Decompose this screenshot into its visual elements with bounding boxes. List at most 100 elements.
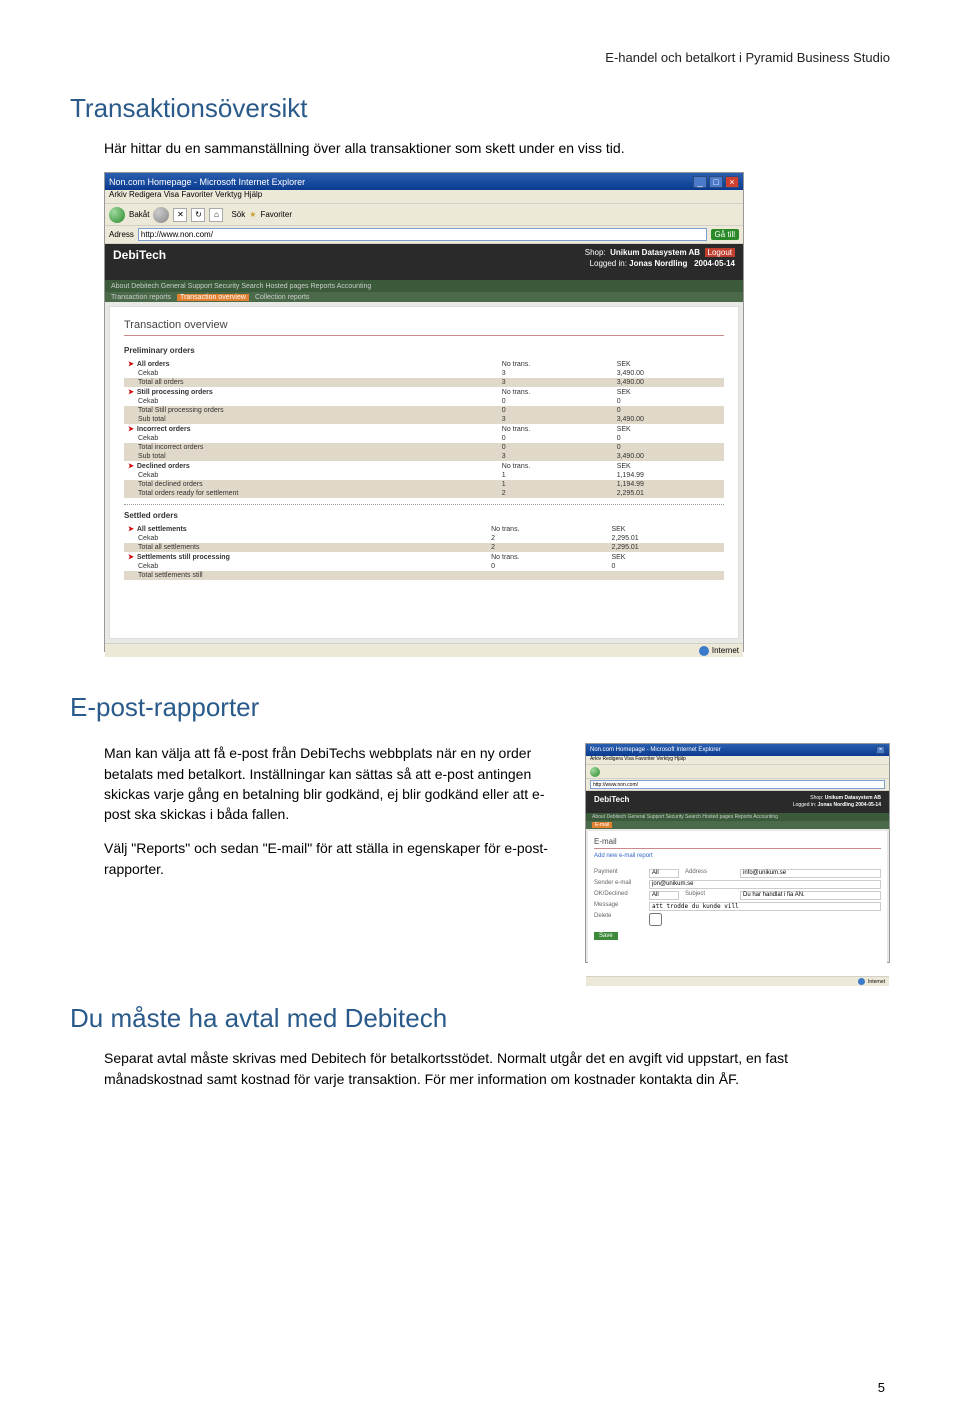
row-total-declined: Total declined orders xyxy=(124,480,498,489)
home-icon: ⌂ xyxy=(209,208,223,222)
back-label: Bakåt xyxy=(129,210,149,219)
val: 2 xyxy=(487,534,607,543)
shop-name: Unikum Datasystem AB xyxy=(825,795,881,801)
val: 0 xyxy=(613,434,724,443)
val: 0 xyxy=(498,406,613,415)
val: SEK xyxy=(613,461,724,471)
subnav-transaction-overview[interactable]: Transaction overview xyxy=(177,294,249,301)
page-header: E-handel och betalkort i Pyramid Busines… xyxy=(70,50,890,65)
addr-label: Address xyxy=(685,869,740,878)
address-input-sm[interactable] xyxy=(590,780,885,789)
row-cekab: Cekab xyxy=(124,434,498,443)
debitech-header: DebiTech Shop: Unikum Datasystem AB Logo… xyxy=(105,244,743,280)
logout-button[interactable]: Logout xyxy=(705,248,735,257)
subject-field[interactable]: Du har handlat i fia AN. xyxy=(740,891,881,900)
sender-field[interactable]: jon@unikum.se xyxy=(649,880,881,889)
val: 1,194.99 xyxy=(613,480,724,489)
decline-label: OK/Declined xyxy=(594,891,649,900)
search-label: Sök xyxy=(231,210,245,219)
minimize-icon: _ xyxy=(693,176,707,188)
subnav-transaction-reports[interactable]: Transaction reports xyxy=(111,294,171,301)
epost-p2: Välj "Reports" och sedan "E-mail" för at… xyxy=(104,838,563,879)
go-button[interactable]: Gå till xyxy=(711,229,739,240)
debitech-logo: DebiTech xyxy=(113,248,166,276)
ie-menubar-sm: Arkiv Redigera Visa Favoriter Verktyg Hj… xyxy=(586,756,889,765)
val: 3 xyxy=(498,369,613,378)
ie-title-sm: Non.com Homepage - Microsoft Internet Ex… xyxy=(590,747,721,753)
val: 0 xyxy=(487,562,607,571)
subnav-collection-reports[interactable]: Collection reports xyxy=(255,294,309,301)
screenshot-email-settings: Non.com Homepage - Microsoft Internet Ex… xyxy=(585,743,890,963)
status-internet: Internet xyxy=(712,646,739,655)
val: 3 xyxy=(498,452,613,461)
row-cekab: Cekab xyxy=(124,562,487,571)
stop-icon: ✕ xyxy=(173,208,187,222)
fav-label: Favoriter xyxy=(260,210,292,219)
section-avtal-body: Separat avtal måste skrivas med Debitech… xyxy=(104,1048,890,1089)
val: 3,490.00 xyxy=(613,452,724,461)
section-avtal-title: Du måste ha avtal med Debitech xyxy=(70,1003,890,1034)
subject-label: Subject xyxy=(685,891,740,900)
ie-titlebar-sm: Non.com Homepage - Microsoft Internet Ex… xyxy=(586,744,889,756)
row-total-still: Total Still processing orders xyxy=(124,406,498,415)
addr-field[interactable]: info@unikum.se xyxy=(740,869,881,878)
row-incorrect: Incorrect orders xyxy=(137,426,191,433)
login-label: Logged in: xyxy=(590,259,627,268)
row-cekab: Cekab xyxy=(124,397,498,406)
val: SEK xyxy=(613,424,724,434)
row-total-sett-still: Total settlements still xyxy=(124,571,487,580)
ie-toolbar-sm xyxy=(586,765,889,779)
overview-content: Transaction overview Preliminary orders … xyxy=(109,306,739,639)
val: 3 xyxy=(498,378,613,387)
shop-label: Shop: xyxy=(585,248,606,257)
row-all-sett: All settlements xyxy=(137,526,187,533)
val: 0 xyxy=(613,397,724,406)
val: No trans. xyxy=(498,387,613,397)
forward-icon xyxy=(153,207,169,223)
delete-label: Delete xyxy=(594,913,649,926)
message-field[interactable]: att trodde du kunde vill xyxy=(649,902,881,911)
row-total-all-sett: Total all settlements xyxy=(124,543,487,552)
prelim-table: ➤All ordersNo trans.SEK Cekab33,490.00 T… xyxy=(124,359,724,498)
row-declined: Declined orders xyxy=(137,463,190,470)
row-sett-proc: Settlements still processing xyxy=(137,554,230,561)
val: 1 xyxy=(498,471,613,480)
login-date: 2004-05-14 xyxy=(694,259,735,268)
val: 0 xyxy=(498,397,613,406)
subnav-email[interactable]: E-mail xyxy=(592,822,612,828)
message-label: Message xyxy=(594,902,649,911)
ie-addressbar: Adress Gå till xyxy=(105,226,743,244)
internet-icon xyxy=(699,646,709,656)
row-still-proc: Still processing orders xyxy=(137,389,213,396)
val: 2,295.01 xyxy=(607,534,724,543)
val: No trans. xyxy=(498,461,613,471)
prelim-title: Preliminary orders xyxy=(124,346,724,355)
status-internet: Internet xyxy=(868,979,885,985)
delete-checkbox[interactable] xyxy=(649,913,662,926)
val: SEK xyxy=(607,552,724,562)
val: 0 xyxy=(613,406,724,415)
ie-statusbar-sm: Internet xyxy=(586,976,889,986)
ie-menubar: Arkiv Redigera Visa Favoriter Verktyg Hj… xyxy=(105,190,743,204)
row-cekab: Cekab xyxy=(124,534,487,543)
ie-titlebar: Non.com Homepage - Microsoft Internet Ex… xyxy=(105,173,743,190)
sender-label: Sender e-mail xyxy=(594,880,649,889)
payment-label: Payment xyxy=(594,869,649,878)
payment-field[interactable]: All xyxy=(649,869,679,878)
val: SEK xyxy=(613,387,724,397)
row-total-ready: Total orders ready for settlement xyxy=(124,489,498,498)
decline-field[interactable]: All xyxy=(649,891,679,900)
val: 0 xyxy=(607,562,724,571)
login-date: 2004-05-14 xyxy=(855,802,881,808)
address-input[interactable] xyxy=(138,228,707,241)
col-notrans: No trans. xyxy=(498,359,613,369)
save-button[interactable]: Save xyxy=(594,932,618,940)
section-epost-title: E-post-rapporter xyxy=(70,692,890,723)
row-subtotal: Sub total xyxy=(124,415,498,424)
val: 1 xyxy=(498,480,613,489)
back-icon xyxy=(590,767,600,777)
page-number: 5 xyxy=(878,1380,885,1395)
debitech-nav: About Debitech General Support Security … xyxy=(105,280,743,292)
val: 1,194.99 xyxy=(613,471,724,480)
debitech-logo-sm: DebiTech xyxy=(594,795,629,809)
